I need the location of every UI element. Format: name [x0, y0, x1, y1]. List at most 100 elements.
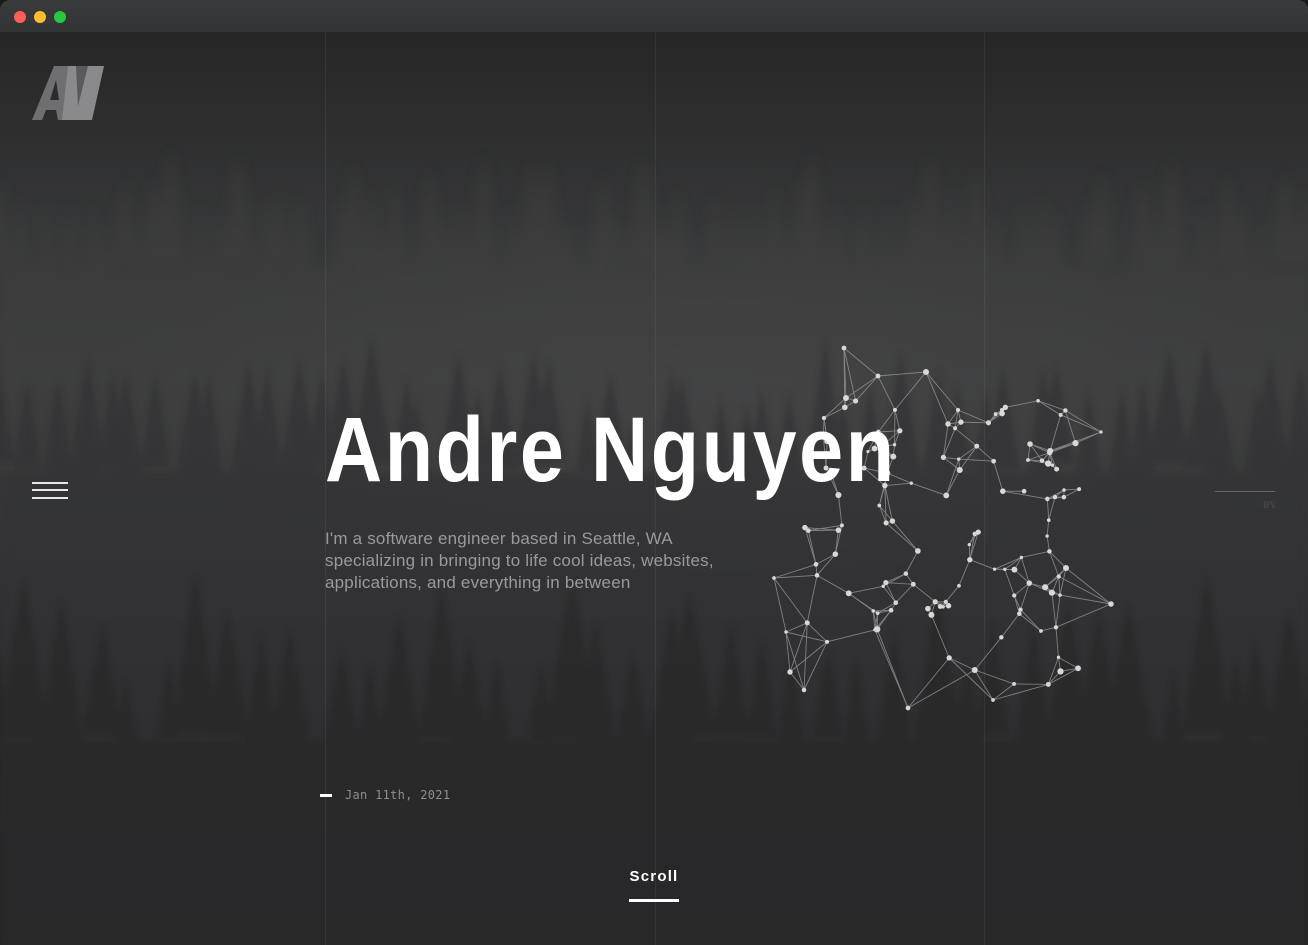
network-edge: [905, 550, 919, 574]
network-node: [1047, 449, 1053, 455]
network-edge: [948, 657, 975, 671]
tree-silhouette: [705, 193, 726, 263]
menu-line: [32, 482, 68, 484]
node-network-graphic: [772, 345, 1114, 711]
network-edge: [1051, 592, 1057, 628]
date-label: Jan 11th, 2021: [345, 788, 451, 802]
network-node: [1019, 555, 1024, 560]
hamburger-menu-icon[interactable]: [32, 482, 68, 502]
network-node: [1011, 566, 1018, 573]
tree-silhouette: [466, 155, 500, 273]
network-edge: [1005, 400, 1039, 408]
network-node: [814, 573, 820, 578]
network-node: [889, 518, 896, 524]
network-node: [985, 420, 992, 426]
network-edge: [992, 683, 1015, 701]
network-node: [975, 529, 981, 535]
network-edge: [1058, 576, 1061, 596]
network-edge: [954, 427, 978, 447]
network-edge: [892, 520, 919, 552]
network-node: [1075, 665, 1081, 672]
network-node: [1072, 440, 1079, 447]
network-edge: [907, 657, 950, 709]
network-edge: [907, 669, 975, 709]
minimize-window-button[interactable]: [34, 11, 46, 23]
tree-silhouette: [623, 156, 664, 267]
network-node: [841, 345, 847, 351]
network-node: [1056, 574, 1061, 579]
av-monogram-logo[interactable]: [32, 66, 106, 122]
network-node: [897, 428, 903, 434]
network-node: [1036, 398, 1040, 403]
network-node: [999, 410, 1005, 417]
scroll-underline: [629, 899, 679, 902]
network-edge: [911, 482, 947, 496]
network-edge: [877, 371, 927, 377]
network-node: [881, 584, 885, 589]
network-node: [888, 607, 894, 613]
network-edge: [959, 445, 978, 471]
network-edge: [816, 574, 849, 594]
network-edge: [969, 559, 995, 570]
network-node: [1077, 487, 1082, 492]
network-edge: [976, 445, 994, 462]
network-node: [1042, 584, 1049, 591]
network-edge: [1048, 496, 1056, 521]
network-node: [957, 583, 961, 588]
network-edge: [1047, 657, 1059, 685]
network-edge: [1049, 551, 1067, 569]
network-node: [1058, 413, 1063, 417]
network-node: [945, 603, 952, 609]
network-node: [1050, 463, 1055, 467]
network-node: [1044, 460, 1052, 467]
network-node: [877, 503, 882, 508]
network-node: [883, 520, 889, 526]
network-node: [1047, 549, 1052, 554]
network-node: [957, 457, 961, 461]
tree-silhouette: [286, 196, 317, 282]
network-node: [992, 567, 997, 571]
tree-silhouette: [824, 201, 848, 281]
network-node: [839, 523, 844, 528]
network-node: [1003, 567, 1007, 571]
network-edge: [806, 575, 818, 623]
network-edge: [1055, 595, 1061, 628]
scroll-button[interactable]: Scroll: [604, 868, 704, 885]
network-edge: [1048, 551, 1060, 577]
network-node: [1002, 404, 1009, 411]
hero-section: Andre Nguyen I'm a software engineer bas…: [0, 32, 1308, 945]
network-node: [967, 556, 973, 563]
network-edge: [874, 629, 909, 709]
network-node: [1062, 564, 1070, 572]
network-node: [932, 599, 938, 605]
network-edge: [789, 671, 805, 691]
network-edge: [958, 458, 994, 462]
maximize-window-button[interactable]: [54, 11, 66, 23]
network-edge: [848, 585, 884, 594]
network-edge: [1001, 613, 1020, 638]
network-node: [1108, 601, 1114, 607]
network-edge: [974, 669, 1015, 685]
network-node: [955, 407, 961, 413]
menu-line: [32, 497, 68, 499]
network-node: [922, 368, 930, 376]
network-edge: [1049, 414, 1062, 451]
network-node: [1048, 589, 1056, 596]
network-edge: [855, 375, 879, 402]
tree-silhouette: [0, 176, 14, 270]
network-edge: [895, 584, 914, 603]
network-node: [806, 528, 811, 533]
network-node: [943, 492, 950, 499]
network-node: [1045, 681, 1051, 687]
network-edge: [804, 527, 817, 565]
network-edge: [1040, 626, 1057, 632]
network-node: [991, 698, 995, 702]
network-node: [1000, 488, 1006, 494]
network-node: [967, 543, 971, 547]
close-window-button[interactable]: [14, 11, 26, 23]
network-edge: [1021, 550, 1050, 558]
network-node: [874, 626, 881, 633]
network-edge: [993, 461, 1004, 492]
network-node: [787, 669, 793, 675]
network-edge: [958, 445, 977, 460]
